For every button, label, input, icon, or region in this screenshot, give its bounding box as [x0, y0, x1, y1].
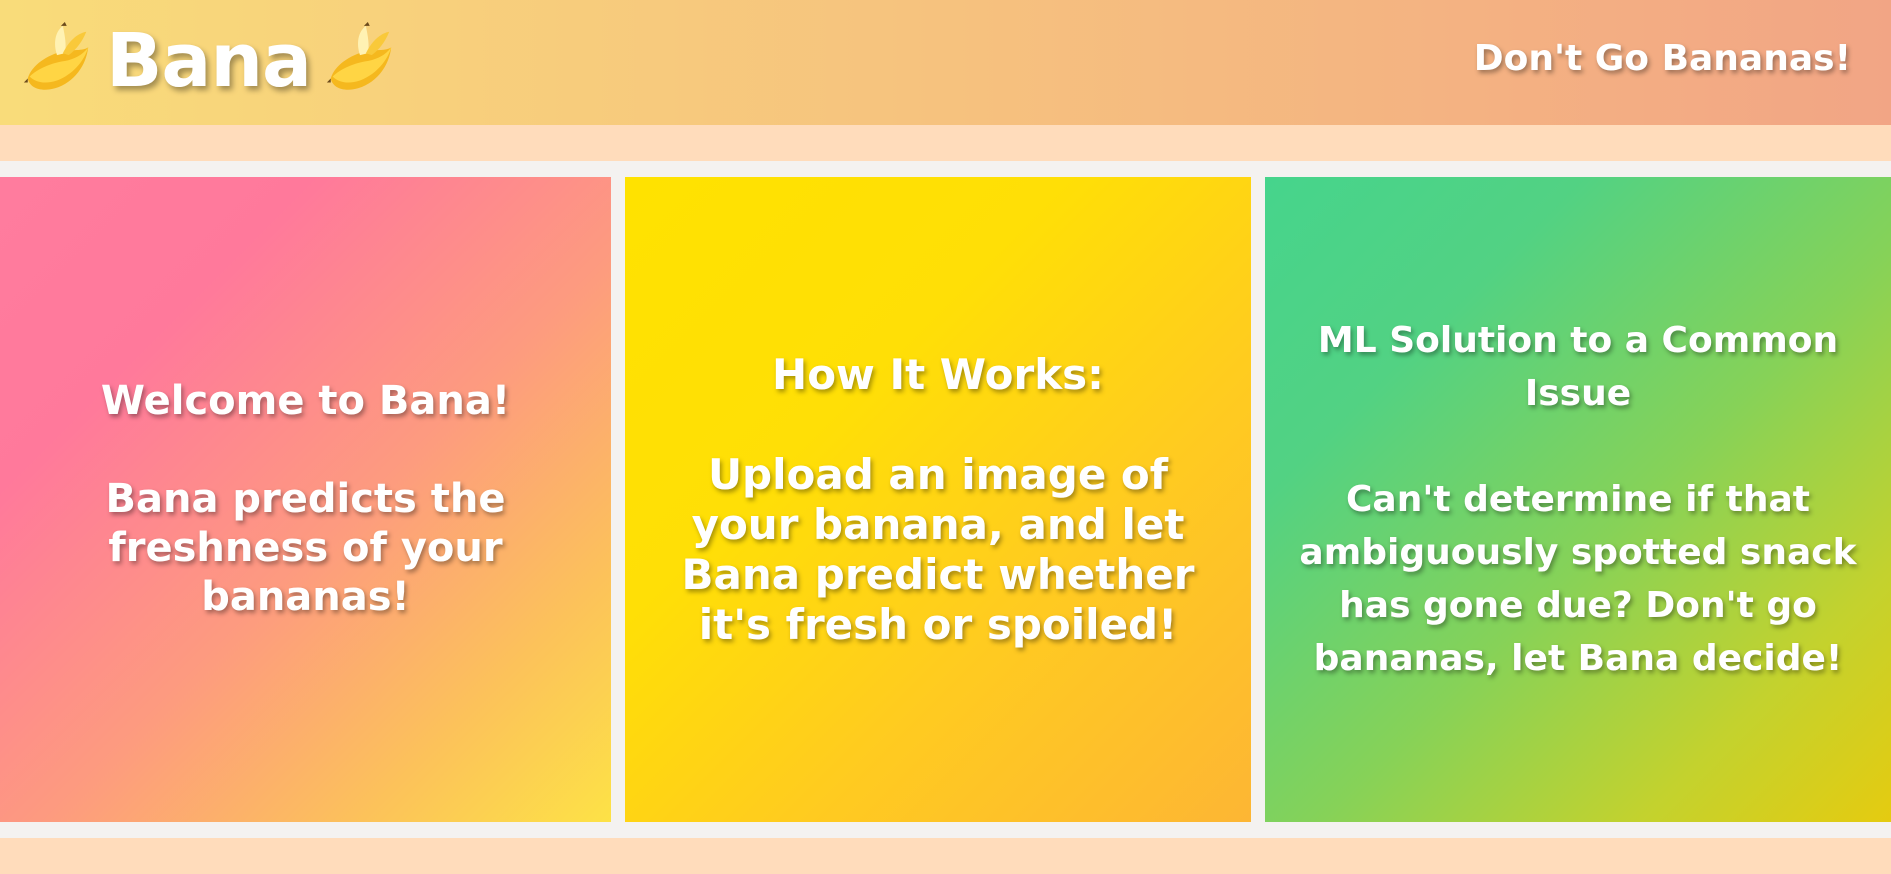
card-body: Can't determine if that ambiguously spot…: [1299, 479, 1857, 679]
tagline: Don't Go Bananas!: [1473, 38, 1851, 79]
app-title: Bana: [106, 18, 312, 104]
logo[interactable]: Bana: [18, 18, 399, 104]
welcome-card: Welcome to Bana! Bana predicts the fresh…: [0, 177, 611, 822]
banana-icon: [23, 22, 89, 90]
card-heading: How It Works:: [772, 349, 1104, 399]
card-heading: Welcome to Bana!: [100, 378, 511, 424]
banana-icon: [326, 22, 392, 90]
footer-band: [0, 838, 1891, 874]
how-it-works-card: How It Works: Upload an image of your ba…: [625, 177, 1251, 822]
ml-solution-card: ML Solution to a Common Issue Can't dete…: [1265, 177, 1891, 822]
card-body: Upload an image of your banana, and let …: [681, 449, 1195, 649]
site-header: Bana Don't Go Bananas!: [0, 0, 1891, 125]
header-band: [0, 125, 1891, 161]
card-heading: ML Solution to a Common Issue: [1317, 320, 1839, 414]
card-body: Bana predicts the freshness of your bana…: [105, 476, 506, 620]
